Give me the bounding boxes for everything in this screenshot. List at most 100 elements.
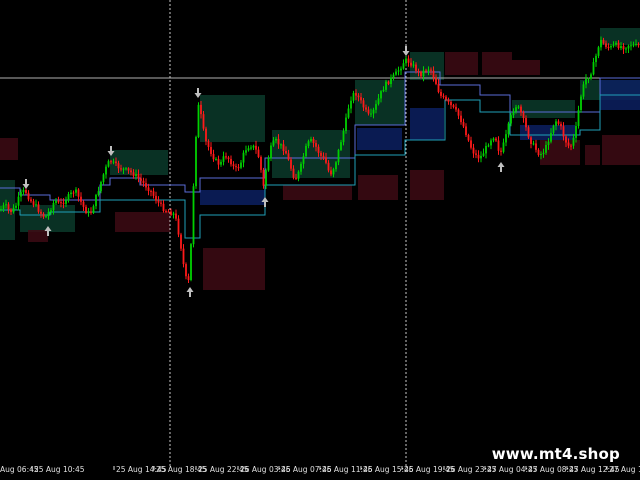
candle-body-28 [70, 192, 72, 195]
price-chart: Aug 06:45 25 Aug 10:45 25 Aug 14:45 25 Aug … [0, 0, 640, 480]
candle-body-167 [417, 70, 420, 72]
candle-body-47 [117, 163, 120, 169]
candle-body-189 [472, 147, 475, 154]
candle-body-128 [320, 152, 322, 156]
candle-body-78 [195, 137, 197, 187]
candle-body-226 [565, 136, 567, 143]
candle-body-52 [130, 170, 132, 173]
candle-body-166 [415, 64, 417, 71]
candle-body-216 [540, 154, 542, 156]
candle-body-0 [0, 208, 2, 210]
candle-body-186 [465, 126, 467, 136]
candle-body-134 [335, 162, 337, 170]
candle-body-23 [57, 200, 60, 203]
candle-body-185 [462, 122, 465, 127]
candle-body-6 [15, 205, 17, 208]
candle-body-209 [522, 112, 525, 119]
candle-body-179 [447, 99, 450, 102]
candle-body-83 [207, 141, 210, 147]
candle-body-213 [532, 143, 535, 145]
candle-body-227 [567, 142, 570, 146]
candle-body-81 [202, 114, 205, 129]
candle-body-18 [45, 216, 47, 218]
candle-body-1 [2, 205, 5, 209]
candle-body-87 [217, 158, 220, 165]
candle-body-80 [200, 104, 202, 115]
x-tick-label: 25 Aug 10:45 [34, 465, 85, 474]
candle-body-254 [635, 44, 637, 46]
candle-body-130 [325, 157, 327, 163]
candle-body-159 [397, 70, 400, 72]
candle-body-245 [612, 44, 615, 47]
candle-body-15 [37, 204, 40, 212]
candle-body-228 [570, 145, 572, 147]
signal-arrow-down-6 [402, 46, 410, 56]
candle-body-32 [80, 196, 82, 202]
candle-body-195 [487, 145, 490, 147]
candle-body-63 [157, 200, 160, 203]
candle-body-108 [270, 145, 272, 159]
candle-body-11 [27, 192, 30, 200]
candle-body-242 [605, 43, 607, 47]
candle-body-199 [497, 140, 500, 151]
zone-red-4 [115, 212, 170, 232]
candle-body-101 [252, 145, 255, 148]
candle-body-92 [230, 158, 232, 165]
candle-body-2 [5, 204, 7, 206]
candle-body-5 [12, 207, 15, 212]
candle-body-148 [370, 113, 372, 115]
candle-body-26 [65, 200, 67, 204]
candle-body-233 [582, 84, 585, 97]
candle-body-117 [292, 168, 295, 178]
candle-body-230 [575, 125, 577, 138]
candle-body-66 [165, 210, 167, 212]
zone-blue-13 [357, 128, 402, 150]
candle-body-42 [105, 166, 107, 175]
zone-blue-15 [410, 108, 444, 140]
candle-body-190 [475, 153, 477, 155]
candle-body-137 [342, 130, 345, 143]
candle-body-73 [182, 248, 185, 265]
candle-body-127 [317, 146, 320, 153]
candle-body-25 [62, 202, 65, 204]
candle-body-61 [152, 191, 155, 196]
zone-red-14 [410, 170, 444, 200]
candle-body-111 [277, 138, 280, 145]
candle-body-36 [90, 211, 92, 213]
candle-body-173 [432, 70, 435, 78]
candle-body-232 [580, 96, 582, 111]
zone-green-12 [355, 80, 405, 125]
candle-body-39 [97, 191, 100, 195]
candle-body-38 [95, 194, 97, 207]
candle-body-146 [365, 107, 367, 110]
candle-body-207 [517, 106, 520, 108]
candle-body-144 [360, 97, 362, 101]
candle-body-205 [512, 111, 515, 116]
zone-red-3 [28, 230, 48, 242]
candle-body-191 [477, 154, 480, 159]
candle-body-29 [72, 192, 75, 194]
candle-body-17 [42, 213, 45, 217]
candle-body-215 [537, 149, 540, 156]
candle-body-168 [420, 71, 422, 77]
candle-body-110 [275, 138, 277, 141]
candle-body-95 [237, 167, 240, 169]
candle-body-243 [607, 46, 610, 48]
candle-body-253 [632, 44, 635, 46]
candle-body-212 [530, 137, 532, 144]
candle-body-135 [337, 149, 340, 163]
zone-red-10 [283, 185, 352, 200]
candle-body-96 [240, 162, 242, 168]
candle-body-100 [250, 147, 252, 149]
candle-body-248 [620, 46, 622, 49]
candle-body-71 [177, 218, 180, 235]
candle-body-175 [437, 83, 440, 92]
candle-body-252 [630, 45, 632, 47]
candle-body-115 [287, 153, 290, 160]
candle-body-34 [85, 206, 87, 213]
candle-body-76 [190, 244, 192, 281]
candle-body-132 [330, 170, 332, 175]
candle-body-27 [67, 194, 70, 201]
zone-red-27 [602, 135, 640, 165]
candle-body-182 [455, 106, 457, 110]
